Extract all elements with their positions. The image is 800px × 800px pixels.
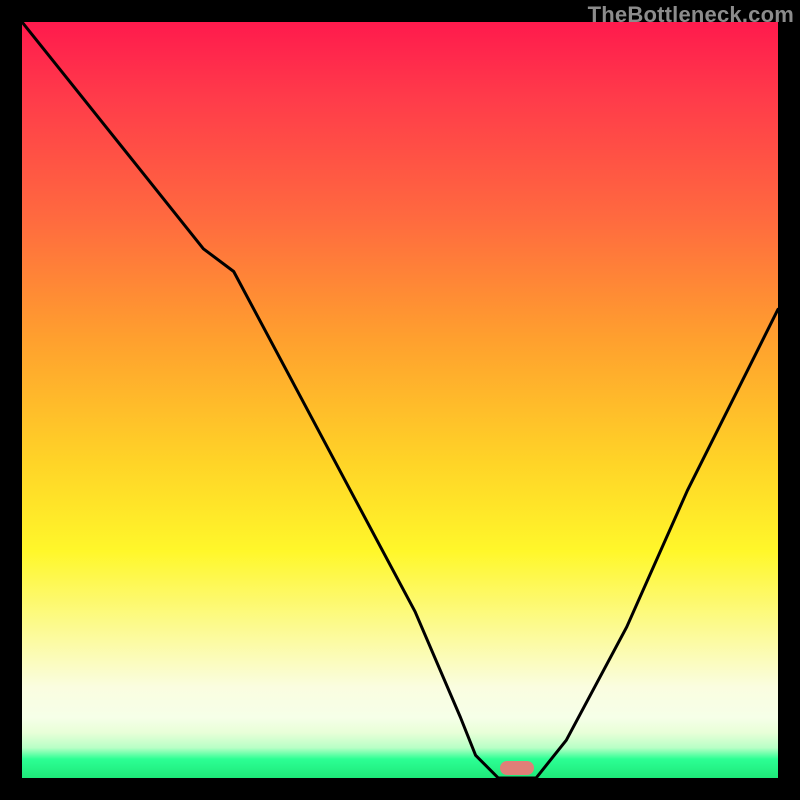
watermark-text: TheBottleneck.com — [588, 2, 794, 28]
optimal-point-marker — [500, 761, 534, 775]
chart-frame: TheBottleneck.com — [0, 0, 800, 800]
plot-area — [22, 22, 778, 778]
bottleneck-curve — [22, 22, 778, 778]
